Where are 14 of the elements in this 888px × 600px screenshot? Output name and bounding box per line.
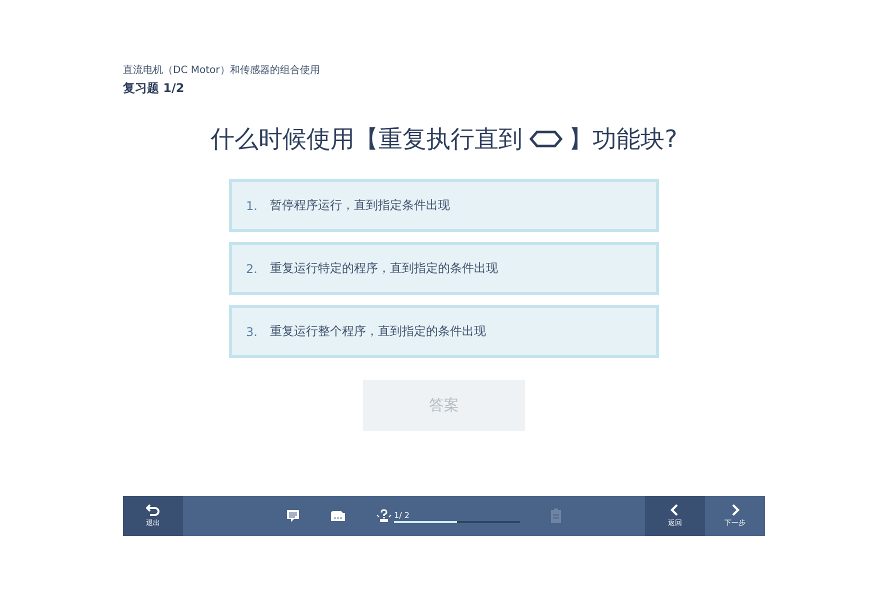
quiz-icon (376, 509, 392, 523)
answer-option[interactable]: 3. 重复运行整个程序，直到指定的条件出现 (229, 305, 659, 358)
answer-option[interactable]: 1. 暂停程序运行，直到指定条件出现 (229, 179, 659, 232)
question-text: 】功能块? (568, 124, 678, 155)
progress-count: 1/ 2 (394, 511, 410, 521)
comment-icon[interactable] (286, 509, 300, 523)
question-text: 什么时候使用【重复执行直到 (210, 124, 523, 155)
chevron-right-icon (730, 504, 740, 516)
hexagon-block-icon (528, 130, 563, 148)
answer-option[interactable]: 2. 重复运行特定的程序，直到指定的条件出现 (229, 242, 659, 295)
chevron-left-icon (670, 504, 680, 516)
course-title: 直流电机（DC Motor）和传感器的组合使用 (123, 64, 321, 77)
undo-arrow-icon (146, 504, 160, 516)
quiz-title: 复习题 1/2 (123, 80, 186, 97)
